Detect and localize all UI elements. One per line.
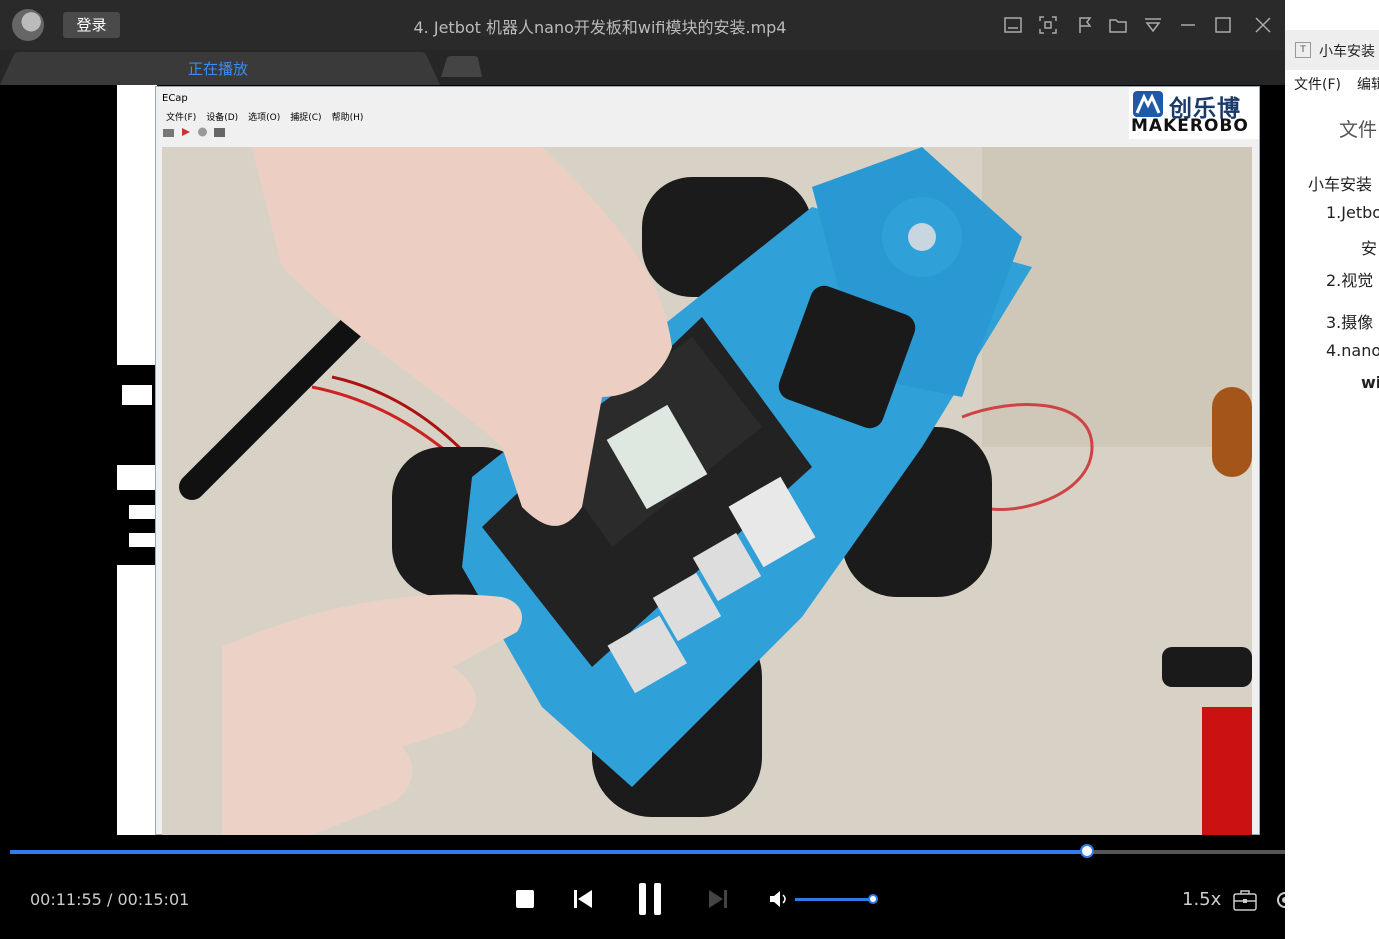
brand-logo: 创乐博 MAKEROBO [1129, 87, 1259, 139]
time-separator: / [106, 890, 113, 909]
outline-item[interactable]: 2.视觉 [1326, 267, 1373, 291]
outline-item[interactable]: 1.Jetbo [1326, 203, 1379, 222]
maximize-icon[interactable] [1205, 10, 1240, 40]
ecap-toolbar [163, 127, 225, 137]
next-button[interactable] [703, 884, 733, 914]
outline-item[interactable]: 安 [1361, 235, 1377, 259]
next-icon [709, 890, 727, 908]
login-button[interactable]: 登录 [63, 12, 120, 38]
playback-speed-button[interactable]: 1.5x [1182, 889, 1221, 910]
window-title: 4. Jetbot 机器人nano开发板和wifi模块的安装.mp4 [413, 18, 787, 37]
toolbox-icon [1233, 890, 1257, 911]
video-frame-window: ECap 文件(F) 设备(D) 选项(O) 捕捉(C) 帮助(H) 创乐博 M… [155, 86, 1260, 835]
menu-edit[interactable]: 编辑 [1357, 74, 1379, 94]
ecap-menu-item: 设备(D) [206, 113, 239, 123]
new-tab-icon[interactable] [441, 56, 482, 77]
volume-level [795, 898, 873, 901]
outline-item[interactable]: 3.摄像 [1326, 309, 1373, 333]
brand-mark-icon [1133, 91, 1163, 117]
screenshot-icon[interactable] [1030, 10, 1065, 40]
app-logo-icon[interactable] [12, 9, 44, 41]
current-time: 00:11:55 [30, 890, 102, 909]
brand-name-en: MAKEROBO [1131, 116, 1249, 136]
ecap-menu: 文件(F) 设备(D) 选项(O) 捕捉(C) 帮助(H) [166, 110, 363, 123]
stop-button[interactable] [512, 886, 538, 912]
title-bar: 登录 4. Jetbot 机器人nano开发板和wifi模块的安装.mp4 [0, 0, 1285, 50]
outline-item[interactable]: wi [1361, 373, 1379, 392]
ecap-title: ECap [162, 93, 188, 104]
seek-progress [10, 850, 1088, 854]
subtitle-icon[interactable] [995, 10, 1030, 40]
outline-item[interactable]: 4.nano [1326, 341, 1379, 360]
seek-handle[interactable] [1080, 844, 1095, 858]
video-content [162, 147, 1252, 835]
doc-tab[interactable]: 小车安装 [1319, 41, 1375, 61]
close-icon[interactable] [1240, 10, 1285, 40]
ecap-menu-item: 选项(O) [248, 113, 281, 123]
toolbox-button[interactable] [1232, 887, 1258, 913]
pause-icon [639, 883, 661, 915]
document-window: T 小车安装 文件(F) 编辑 文件 小车安装 1.Jetbo 安 2.视觉 3… [1285, 0, 1379, 939]
slide-edge [117, 85, 157, 835]
folder-icon[interactable] [1100, 10, 1135, 40]
volume-icon [770, 891, 786, 907]
stop-icon [198, 127, 207, 137]
ecap-menu-item: 文件(F) [166, 113, 197, 123]
volume-handle[interactable] [868, 894, 878, 904]
text-file-icon: T [1295, 42, 1311, 58]
volume-slider[interactable] [795, 894, 878, 904]
outline-item[interactable]: 小车安装 [1308, 171, 1372, 195]
time-display: 00:11:55 / 00:15:01 [30, 890, 189, 909]
tab-now-playing-label: 正在播放 [188, 60, 249, 78]
gear-icon [1277, 892, 1285, 908]
ecap-menu-item: 捕捉(C) [290, 113, 322, 123]
settings-button[interactable] [1274, 887, 1285, 913]
seek-bar[interactable] [10, 844, 1285, 858]
previous-button[interactable] [568, 884, 598, 914]
doc-heading: 文件 [1339, 119, 1378, 141]
minimize-icon[interactable] [1170, 10, 1205, 40]
dropdown-menu-icon[interactable] [1135, 10, 1170, 40]
camera-icon [163, 129, 174, 137]
record-icon [182, 128, 190, 136]
pin-icon[interactable] [1065, 10, 1100, 40]
ecap-menu-item: 帮助(H) [331, 113, 364, 123]
pause-button[interactable] [632, 879, 668, 919]
menu-file[interactable]: 文件(F) [1294, 74, 1341, 94]
previous-icon [574, 890, 592, 908]
stop-icon [516, 890, 534, 908]
volume-button[interactable] [768, 889, 790, 909]
total-time: 00:15:01 [117, 890, 190, 909]
image-icon [214, 128, 225, 137]
